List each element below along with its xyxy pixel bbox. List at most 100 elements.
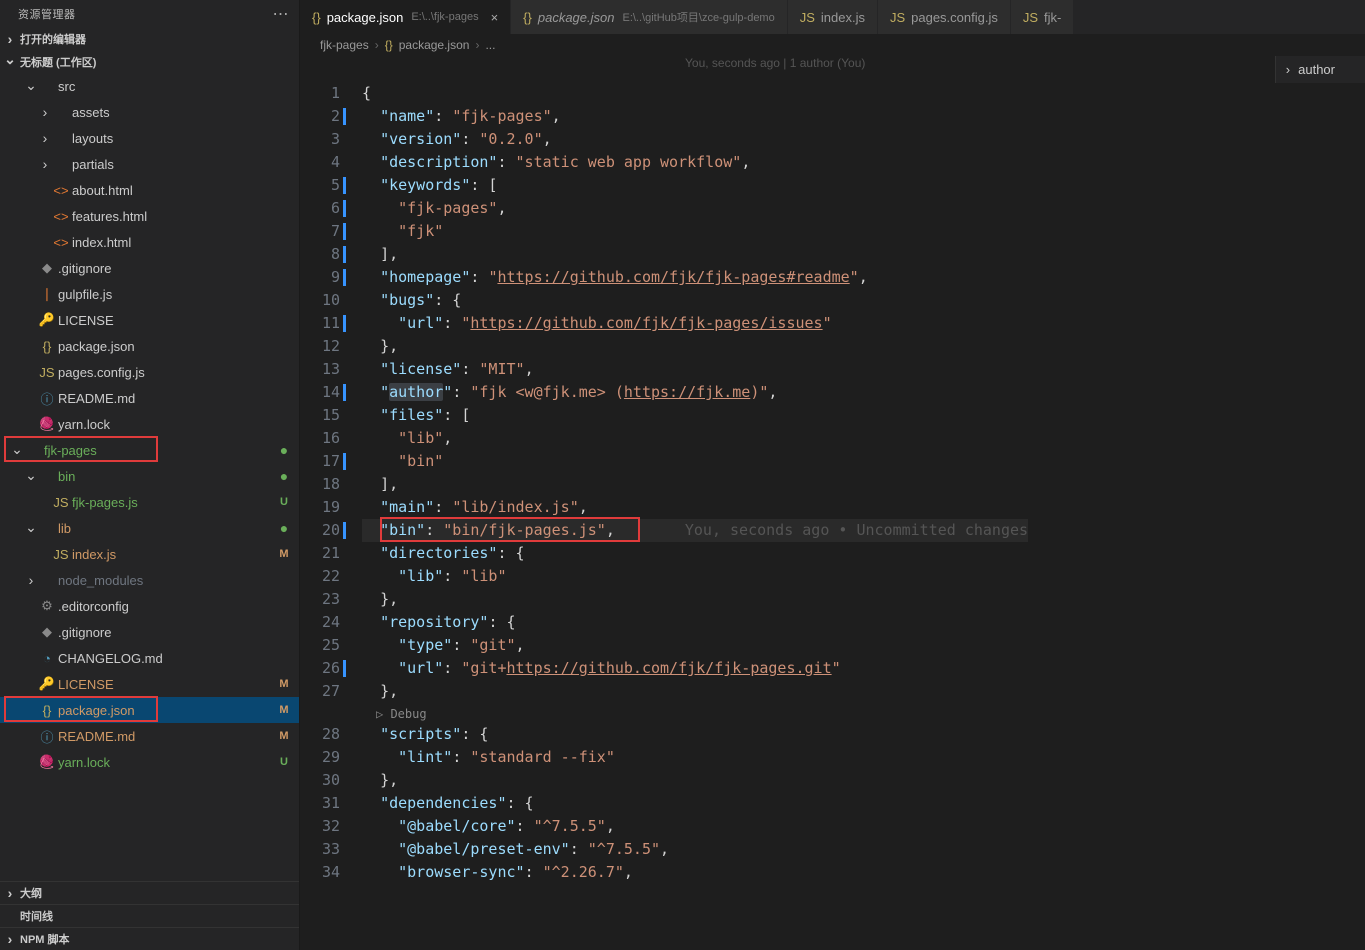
tree-item[interactable]: JSfjk-pages.jsU bbox=[0, 489, 299, 515]
tree-label: README.md bbox=[58, 391, 277, 406]
file-icon: <> bbox=[52, 183, 70, 198]
sidebar-bottom-section[interactable]: NPM 脚本 bbox=[0, 927, 299, 950]
tree-item[interactable]: ⚙.editorconfig bbox=[0, 593, 299, 619]
sticky-outline[interactable]: › author bbox=[1275, 56, 1365, 83]
tree-label: package.json bbox=[58, 703, 277, 718]
tree-item[interactable]: fjk-pages● bbox=[0, 437, 299, 463]
tab-file-icon: JS bbox=[800, 10, 815, 25]
file-icon: {} bbox=[38, 339, 56, 354]
tree-label: layouts bbox=[72, 131, 277, 146]
sidebar-bottom-section[interactable]: 时间线 bbox=[0, 904, 299, 927]
tree-item[interactable]: ⓘREADME.md bbox=[0, 385, 299, 411]
tree-label: bin bbox=[58, 469, 277, 484]
chevron-right-icon bbox=[4, 31, 16, 47]
tree-item[interactable]: ❘gulpfile.js bbox=[0, 281, 299, 307]
editor-tab[interactable]: JSfjk- bbox=[1011, 0, 1075, 34]
tree-item[interactable]: <>about.html bbox=[0, 177, 299, 203]
explorer-more-icon[interactable]: ⋯ bbox=[273, 4, 290, 24]
editor-tab[interactable]: {}package.jsonE:\..\fjk-pages× bbox=[300, 0, 511, 34]
file-icon: 🧶 bbox=[38, 754, 56, 770]
tree-label: yarn.lock bbox=[58, 755, 277, 770]
tab-file-icon: JS bbox=[1023, 10, 1038, 25]
tab-file-icon: JS bbox=[890, 10, 905, 25]
breadcrumb[interactable]: fjk-pages›{}package.json›... bbox=[300, 34, 1365, 56]
tab-file-icon: {} bbox=[523, 10, 532, 25]
file-icon: ⚙ bbox=[38, 598, 56, 614]
tree-item[interactable]: 🔑LICENSE bbox=[0, 307, 299, 333]
tree-item[interactable]: ◔CHANGELOG.md bbox=[0, 645, 299, 671]
tree-item[interactable]: JSpages.config.js bbox=[0, 359, 299, 385]
tree-item[interactable]: JSindex.jsM bbox=[0, 541, 299, 567]
file-icon: JS bbox=[38, 365, 56, 380]
tree-label: index.js bbox=[72, 547, 277, 562]
tree-label: LICENSE bbox=[58, 313, 277, 328]
file-icon: <> bbox=[52, 235, 70, 250]
tree-label: README.md bbox=[58, 729, 277, 744]
git-blame-annotation: You, seconds ago | 1 author (You) bbox=[685, 56, 865, 70]
tree-label: assets bbox=[72, 105, 277, 120]
file-icon: ⓘ bbox=[38, 727, 56, 746]
file-icon: ⓘ bbox=[38, 389, 56, 408]
editor-tab[interactable]: JSindex.js bbox=[788, 0, 878, 34]
tree-label: pages.config.js bbox=[58, 365, 277, 380]
file-icon: JS bbox=[52, 495, 70, 510]
open-editors-section[interactable]: 打开的编辑器 bbox=[0, 28, 299, 50]
close-icon[interactable]: × bbox=[491, 10, 499, 25]
tree-item[interactable]: lib● bbox=[0, 515, 299, 541]
tree-label: partials bbox=[72, 157, 277, 172]
tree-label: fjk-pages.js bbox=[72, 495, 277, 510]
tree-item[interactable]: ⓘREADME.mdM bbox=[0, 723, 299, 749]
tree-label: features.html bbox=[72, 209, 277, 224]
tree-item[interactable]: src bbox=[0, 73, 299, 99]
line-gutter[interactable]: 1234567891011121314151617181920212223242… bbox=[300, 82, 358, 950]
file-icon: ◆ bbox=[38, 260, 56, 276]
tree-label: about.html bbox=[72, 183, 277, 198]
tree-label: package.json bbox=[58, 339, 277, 354]
sidebar-bottom-section[interactable]: 大纲 bbox=[0, 881, 299, 904]
file-icon: 🔑 bbox=[38, 312, 56, 328]
tree-label: index.html bbox=[72, 235, 277, 250]
tree-label: lib bbox=[58, 521, 277, 536]
explorer-title: 资源管理器 bbox=[18, 6, 76, 22]
workspace-section[interactable]: 无标题 (工作区) bbox=[0, 50, 299, 73]
explorer-sidebar: 资源管理器 ⋯ 打开的编辑器 无标题 (工作区) src assets layout… bbox=[0, 0, 300, 950]
tree-label: .editorconfig bbox=[58, 599, 277, 614]
tree-item[interactable]: {}package.jsonM bbox=[0, 697, 299, 723]
file-tree: srcassetslayoutspartials<>about.html<>fe… bbox=[0, 73, 299, 881]
tree-item[interactable]: node_modules bbox=[0, 567, 299, 593]
tree-item[interactable]: layouts bbox=[0, 125, 299, 151]
code-area[interactable]: { "name": "fjk-pages", "version": "0.2.0… bbox=[358, 82, 1028, 950]
file-icon: ◔ bbox=[38, 651, 56, 666]
tree-item[interactable]: bin● bbox=[0, 463, 299, 489]
tree-item[interactable]: 🔑LICENSEM bbox=[0, 671, 299, 697]
chevron-down-icon bbox=[4, 53, 16, 70]
file-icon: 🔑 bbox=[38, 676, 56, 692]
tree-label: LICENSE bbox=[58, 677, 277, 692]
tree-item[interactable]: partials bbox=[0, 151, 299, 177]
file-icon: {} bbox=[38, 703, 56, 718]
tree-label: src bbox=[58, 79, 277, 94]
tree-item[interactable]: {}package.json bbox=[0, 333, 299, 359]
tree-label: gulpfile.js bbox=[58, 287, 277, 302]
tree-item[interactable]: assets bbox=[0, 99, 299, 125]
chevron-right-icon: › bbox=[1286, 62, 1290, 77]
tab-bar: {}package.jsonE:\..\fjk-pages×{}package.… bbox=[300, 0, 1365, 34]
tree-item[interactable]: <>features.html bbox=[0, 203, 299, 229]
file-icon: <> bbox=[52, 209, 70, 224]
tree-item[interactable]: ◆.gitignore bbox=[0, 255, 299, 281]
tree-label: CHANGELOG.md bbox=[58, 651, 277, 666]
editor-tab[interactable]: {}package.jsonE:\..\gitHub项目\zce-gulp-de… bbox=[511, 0, 788, 34]
file-icon: ◆ bbox=[38, 624, 56, 640]
editor-tab[interactable]: JSpages.config.js bbox=[878, 0, 1011, 34]
tree-label: fjk-pages bbox=[44, 443, 277, 458]
tree-item[interactable]: 🧶yarn.lock bbox=[0, 411, 299, 437]
tree-item[interactable]: 🧶yarn.lockU bbox=[0, 749, 299, 775]
tree-item[interactable]: <>index.html bbox=[0, 229, 299, 255]
file-icon: 🧶 bbox=[38, 416, 56, 432]
tree-item[interactable]: ◆.gitignore bbox=[0, 619, 299, 645]
tab-file-icon: {} bbox=[312, 10, 321, 25]
tree-label: .gitignore bbox=[58, 261, 277, 276]
tree-label: .gitignore bbox=[58, 625, 277, 640]
tree-label: yarn.lock bbox=[58, 417, 277, 432]
file-icon: JS bbox=[52, 547, 70, 562]
